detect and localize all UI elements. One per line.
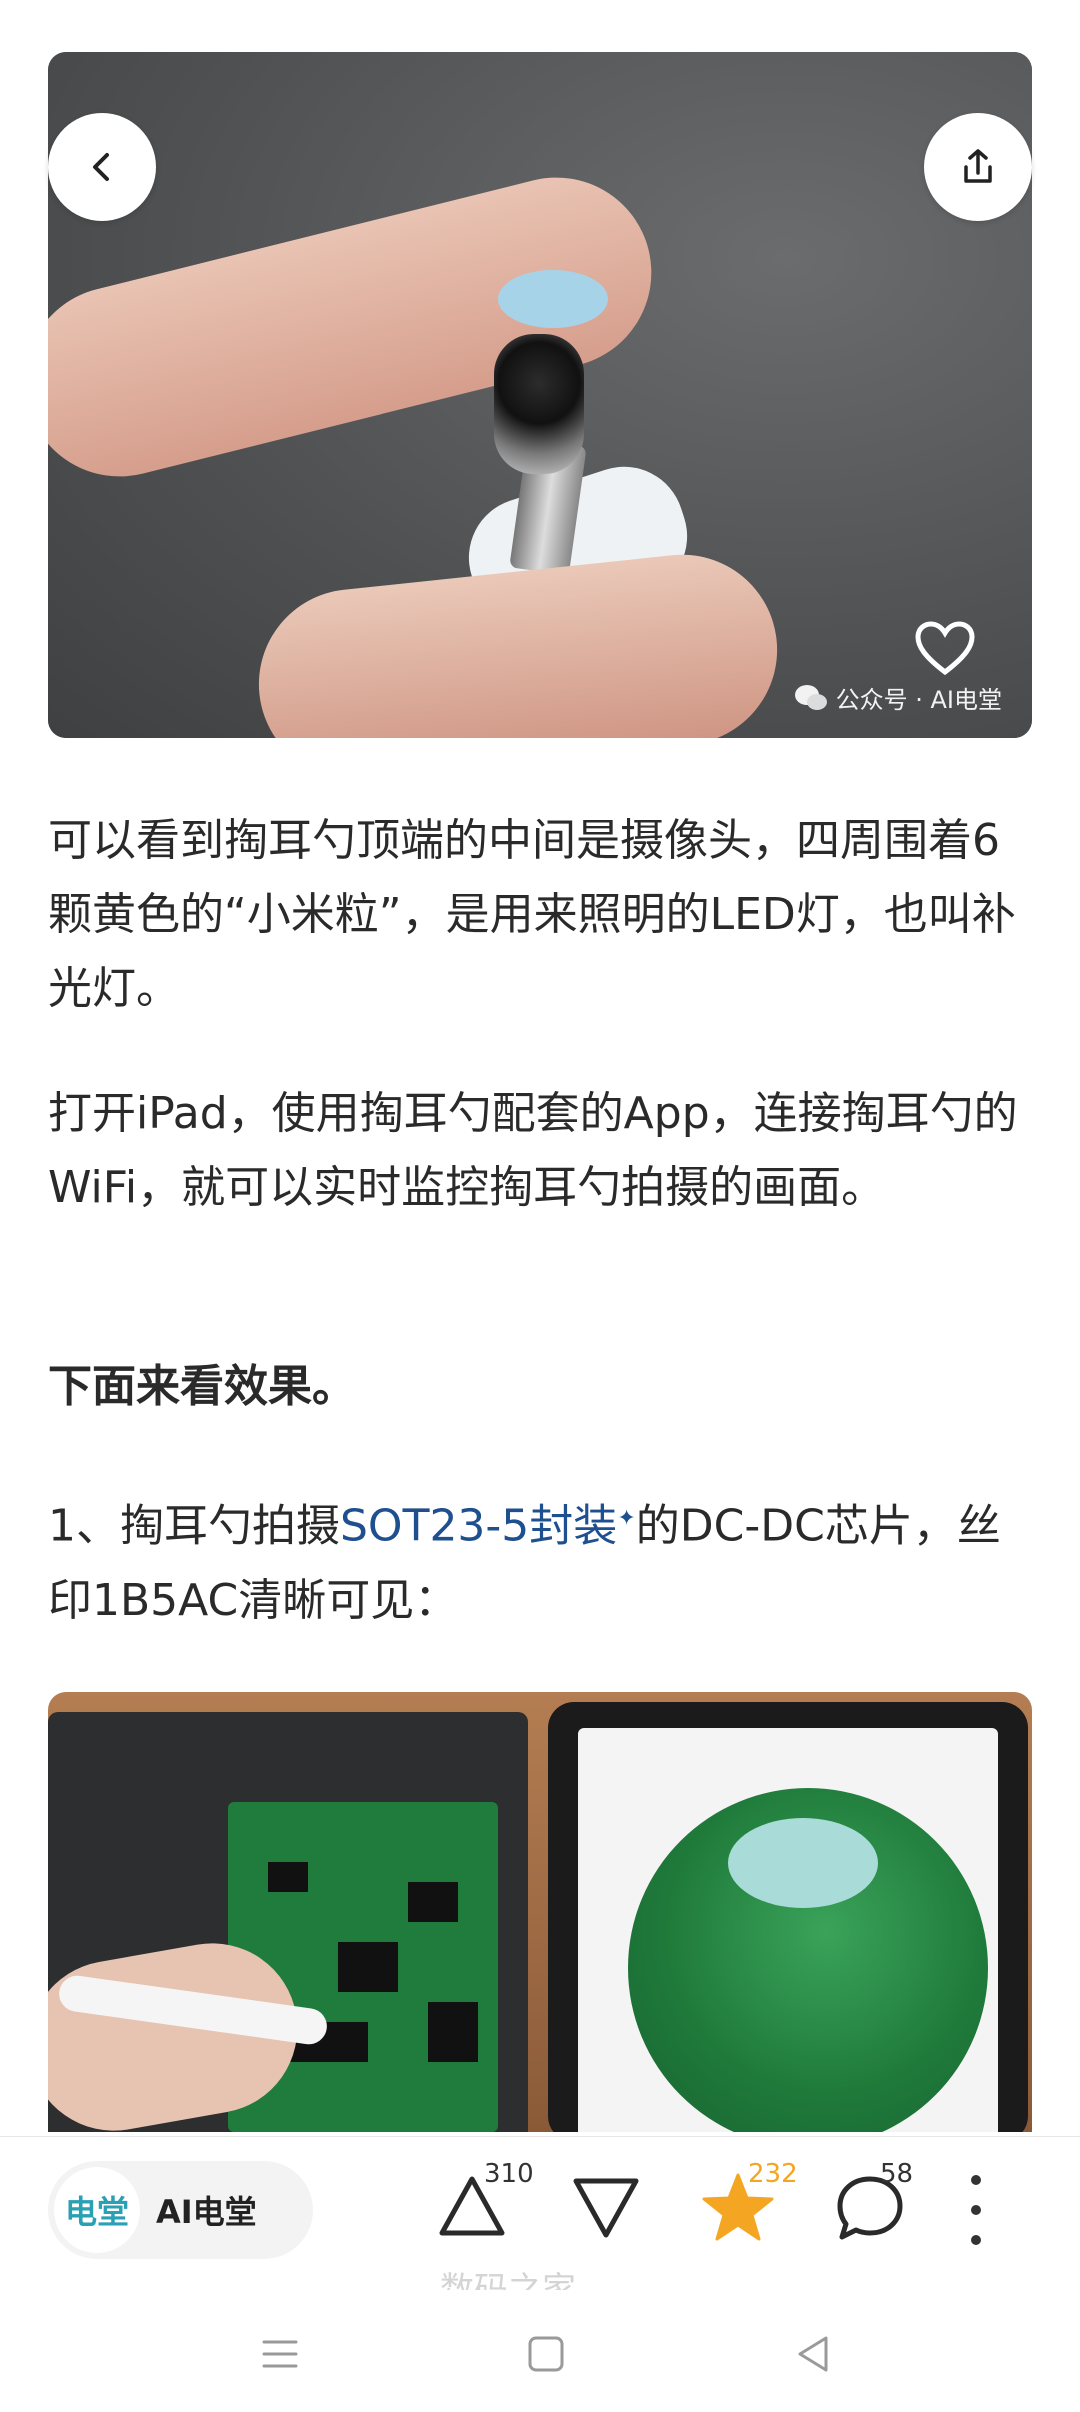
favorite-count: 232 <box>748 2159 798 2189</box>
hero-earpick-tip <box>498 270 608 328</box>
square-icon <box>528 2336 564 2372</box>
paragraph-text: 1、掏耳勺拍摄 <box>48 1500 340 1552</box>
upvote-count: 310 <box>484 2159 534 2189</box>
keyword-link[interactable]: SOT23-5封装 <box>340 1501 617 1552</box>
author-avatar: 电堂 <box>54 2167 140 2253</box>
recent-apps-button[interactable] <box>256 2330 304 2378</box>
author-name: AI电堂 <box>156 2193 257 2231</box>
comment-count: 58 <box>880 2159 914 2189</box>
article-paragraph: 打开iPad，使用掏耳勺配套的App，连接掏耳勺的WiFi，就可以实时监控掏耳勺… <box>48 1088 1018 1213</box>
ipad <box>548 1702 1028 2132</box>
menu-icon <box>262 2340 298 2368</box>
dot-icon <box>971 2175 981 2185</box>
article-paragraph: 可以看到掏耳勺顶端的中间是摄像头，四周围着6颗黄色的“小米粒”，是用来照明的LE… <box>48 815 1016 1014</box>
chevron-left-icon <box>93 153 109 181</box>
wechat-icon <box>794 684 827 710</box>
back-button[interactable] <box>48 113 156 221</box>
more-options-button[interactable] <box>966 2175 986 2245</box>
article-image[interactable] <box>48 1692 1032 2132</box>
dot-icon <box>971 2235 981 2245</box>
share-icon <box>964 149 992 183</box>
home-button[interactable] <box>522 2330 570 2378</box>
hero-image[interactable]: 公众号 · AI电堂 <box>48 52 1032 738</box>
triangle-down-icon <box>573 2178 639 2238</box>
article-paragraph: 1、掏耳勺拍摄SOT23-5封装✦的DC-DC芯片，丝印1B5AC清晰可见： <box>48 1482 1038 1638</box>
image-watermark: 公众号 · AI电堂 <box>794 680 1002 715</box>
watermark-text: 公众号 · AI电堂 <box>835 686 1002 714</box>
downvote-button[interactable] <box>566 2167 646 2247</box>
ipad-screen <box>578 1728 998 2132</box>
author-chip[interactable]: 电堂 AI电堂 <box>48 2161 313 2259</box>
heart-icon[interactable] <box>914 620 976 676</box>
system-nav-bar <box>0 2290 1080 2412</box>
article-subheading: 下面来看效果。 <box>48 1361 356 1412</box>
triangle-left-icon <box>798 2336 828 2372</box>
share-button[interactable] <box>924 113 1032 221</box>
earpick-tip-view <box>728 1818 878 1908</box>
back-nav-button[interactable] <box>790 2330 838 2378</box>
link-marker-icon: ✦ <box>617 1506 636 1531</box>
hero-camera-lens <box>494 334 584 474</box>
dot-icon <box>971 2205 981 2215</box>
